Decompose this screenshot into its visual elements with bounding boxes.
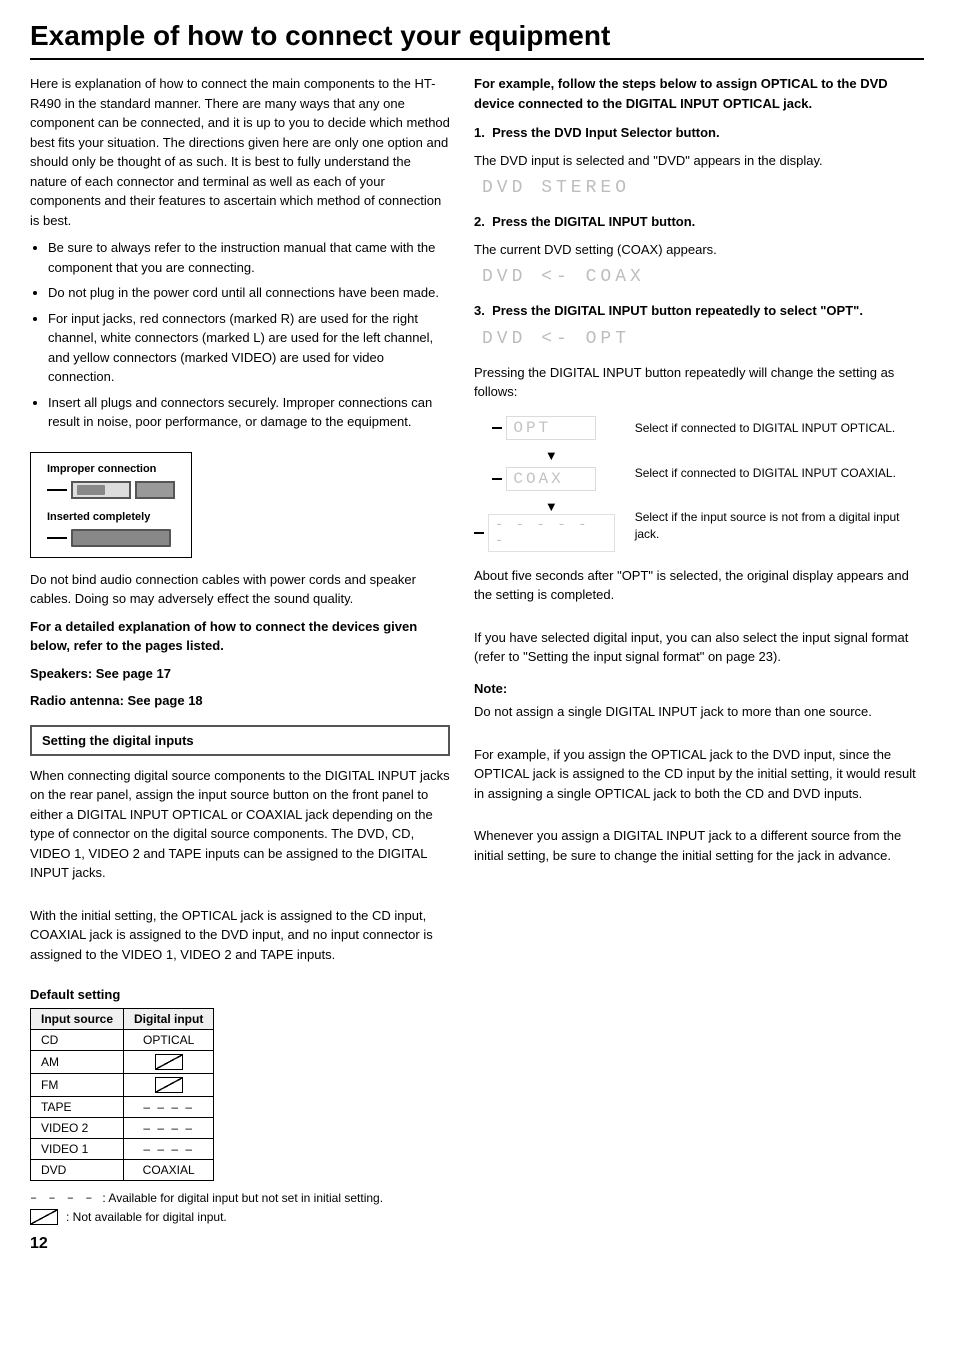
- list-item: Be sure to always refer to the instructi…: [48, 238, 450, 277]
- table-row: DVD COAXIAL: [31, 1160, 214, 1181]
- flow-descriptions: Select if connected to DIGITAL INPUT OPT…: [635, 412, 924, 556]
- diagonal-symbol: [155, 1054, 183, 1070]
- dash-line: – – – –: [143, 1121, 194, 1135]
- speakers-ref: Speakers: See page 17: [30, 664, 450, 684]
- list-item: For input jacks, red connectors (marked …: [48, 309, 450, 387]
- page-title: Example of how to connect your equipment: [30, 20, 924, 60]
- table-cell-source: FM: [31, 1074, 124, 1097]
- step3-number: 3.: [474, 303, 485, 318]
- default-setting-title: Default setting: [30, 987, 450, 1002]
- table-cell-input: [124, 1074, 214, 1097]
- legend-diagonal-meaning: : Not available for digital input.: [66, 1210, 227, 1224]
- dash-line: – – – –: [143, 1100, 194, 1114]
- step1-display: DVD STEREO: [474, 178, 924, 198]
- table-row: VIDEO 2 – – – –: [31, 1118, 214, 1139]
- step2-display-text: DVD <- COAX: [482, 267, 645, 287]
- after-flow-2: If you have selected digital input, you …: [474, 628, 924, 667]
- step3-display-text: DVD <- OPT: [482, 329, 630, 349]
- step1-desc: The DVD input is selected and "DVD" appe…: [474, 151, 924, 171]
- list-item: Insert all plugs and connectors securely…: [48, 393, 450, 432]
- note-title: Note:: [474, 679, 924, 699]
- inserted-label: Inserted completely: [47, 511, 175, 523]
- step3-header: 3. Press the DIGITAL INPUT button repeat…: [474, 301, 924, 321]
- flow-desc-none: Select if the input source is not from a…: [635, 509, 924, 543]
- table-row: CD OPTICAL: [31, 1030, 214, 1051]
- flow-desc-opt: Select if connected to DIGITAL INPUT OPT…: [635, 420, 924, 437]
- table-cell-source: TAPE: [31, 1097, 124, 1118]
- list-item: Do not plug in the power cord until all …: [48, 283, 450, 303]
- table-row: VIDEO 1 – – – –: [31, 1139, 214, 1160]
- legend-dash-symbol: – – – –: [30, 1191, 94, 1205]
- flow-item-opt: OPT: [492, 412, 596, 444]
- table-cell-input: OPTICAL: [124, 1030, 214, 1051]
- table-cell-source: VIDEO 1: [31, 1139, 124, 1160]
- table-cell-input: – – – –: [124, 1118, 214, 1139]
- left-column: Here is explanation of how to connect th…: [30, 74, 450, 1253]
- table-cell-source: AM: [31, 1051, 124, 1074]
- flow-arrow-down-1: ▼: [531, 448, 558, 463]
- table-cell-input: [124, 1051, 214, 1074]
- section-box-digital-inputs: Setting the digital inputs: [30, 725, 450, 756]
- table-cell-source: CD: [31, 1030, 124, 1051]
- flow-description: Pressing the DIGITAL INPUT button repeat…: [474, 363, 924, 402]
- flow-item-coax: COAX: [492, 463, 596, 495]
- note-3: Whenever you assign a DIGITAL INPUT jack…: [474, 826, 924, 865]
- note-1: Do not assign a single DIGITAL INPUT jac…: [474, 702, 924, 722]
- detailed-ref: For a detailed explanation of how to con…: [30, 617, 450, 656]
- flow-display-coax: COAX: [506, 467, 596, 491]
- digital-inputs-para1: When connecting digital source component…: [30, 766, 450, 883]
- intro-paragraph: Here is explanation of how to connect th…: [30, 74, 450, 230]
- step1-display-text: DVD STEREO: [482, 178, 630, 198]
- table-cell-input: – – – –: [124, 1097, 214, 1118]
- step1-header: 1. Press the DVD Input Selector button.: [474, 123, 924, 143]
- legend-diagonal-symbol: [30, 1209, 58, 1225]
- table-cell-input: – – – –: [124, 1139, 214, 1160]
- legend-row-diagonal: : Not available for digital input.: [30, 1209, 450, 1225]
- connector-diagram: Improper connection Inserted completely: [30, 452, 192, 558]
- flow-item-none: - - - - - -: [474, 514, 615, 552]
- improper-label: Improper connection: [47, 463, 175, 475]
- right-column: For example, follow the steps below to a…: [474, 74, 924, 1253]
- table-cell-source: VIDEO 2: [31, 1118, 124, 1139]
- default-setting-table: Input source Digital input CD OPTICAL AM…: [30, 1008, 214, 1181]
- legend-row-dashes: – – – – : Available for digital input bu…: [30, 1191, 450, 1205]
- bullet-list: Be sure to always refer to the instructi…: [48, 238, 450, 432]
- table-cell-source: DVD: [31, 1160, 124, 1181]
- digital-inputs-para2: With the initial setting, the OPTICAL ja…: [30, 906, 450, 965]
- after-flow-1: About five seconds after "OPT" is select…: [474, 566, 924, 605]
- step3-display: DVD <- OPT: [474, 329, 924, 349]
- step1-title: Press the DVD Input Selector button.: [492, 125, 720, 140]
- flow-diagram: OPT ▼ COAX ▼ - - - - - - Select if conne…: [474, 412, 924, 556]
- flow-displays: OPT ▼ COAX ▼ - - - - - -: [474, 412, 615, 556]
- bind-note: Do not bind audio connection cables with…: [30, 570, 450, 609]
- flow-display-none: - - - - - -: [488, 514, 615, 552]
- table-row: FM: [31, 1074, 214, 1097]
- radio-ref: Radio antenna: See page 18: [30, 691, 450, 711]
- note-2: For example, if you assign the OPTICAL j…: [474, 745, 924, 804]
- page-number: 12: [30, 1235, 450, 1253]
- right-intro: For example, follow the steps below to a…: [474, 74, 924, 113]
- step2-desc: The current DVD setting (COAX) appears.: [474, 240, 924, 260]
- step2-number: 2.: [474, 214, 485, 229]
- legend-dash-meaning: : Available for digital input but not se…: [102, 1191, 383, 1205]
- step3-title: Press the DIGITAL INPUT button repeatedl…: [492, 303, 863, 318]
- step1-number: 1.: [474, 125, 485, 140]
- dash-line: – – – –: [143, 1142, 194, 1156]
- flow-desc-coax: Select if connected to DIGITAL INPUT COA…: [635, 465, 924, 482]
- table-row: TAPE – – – –: [31, 1097, 214, 1118]
- flow-display-opt: OPT: [506, 416, 596, 440]
- step2-title: Press the DIGITAL INPUT button.: [492, 214, 695, 229]
- table-header-source: Input source: [31, 1009, 124, 1030]
- table-row: AM: [31, 1051, 214, 1074]
- step2-header: 2. Press the DIGITAL INPUT button.: [474, 212, 924, 232]
- flow-arrow-down-2: ▼: [531, 499, 558, 514]
- table-cell-input: COAXIAL: [124, 1160, 214, 1181]
- step2-display: DVD <- COAX: [474, 267, 924, 287]
- diagonal-symbol: [155, 1077, 183, 1093]
- table-header-input: Digital input: [124, 1009, 214, 1030]
